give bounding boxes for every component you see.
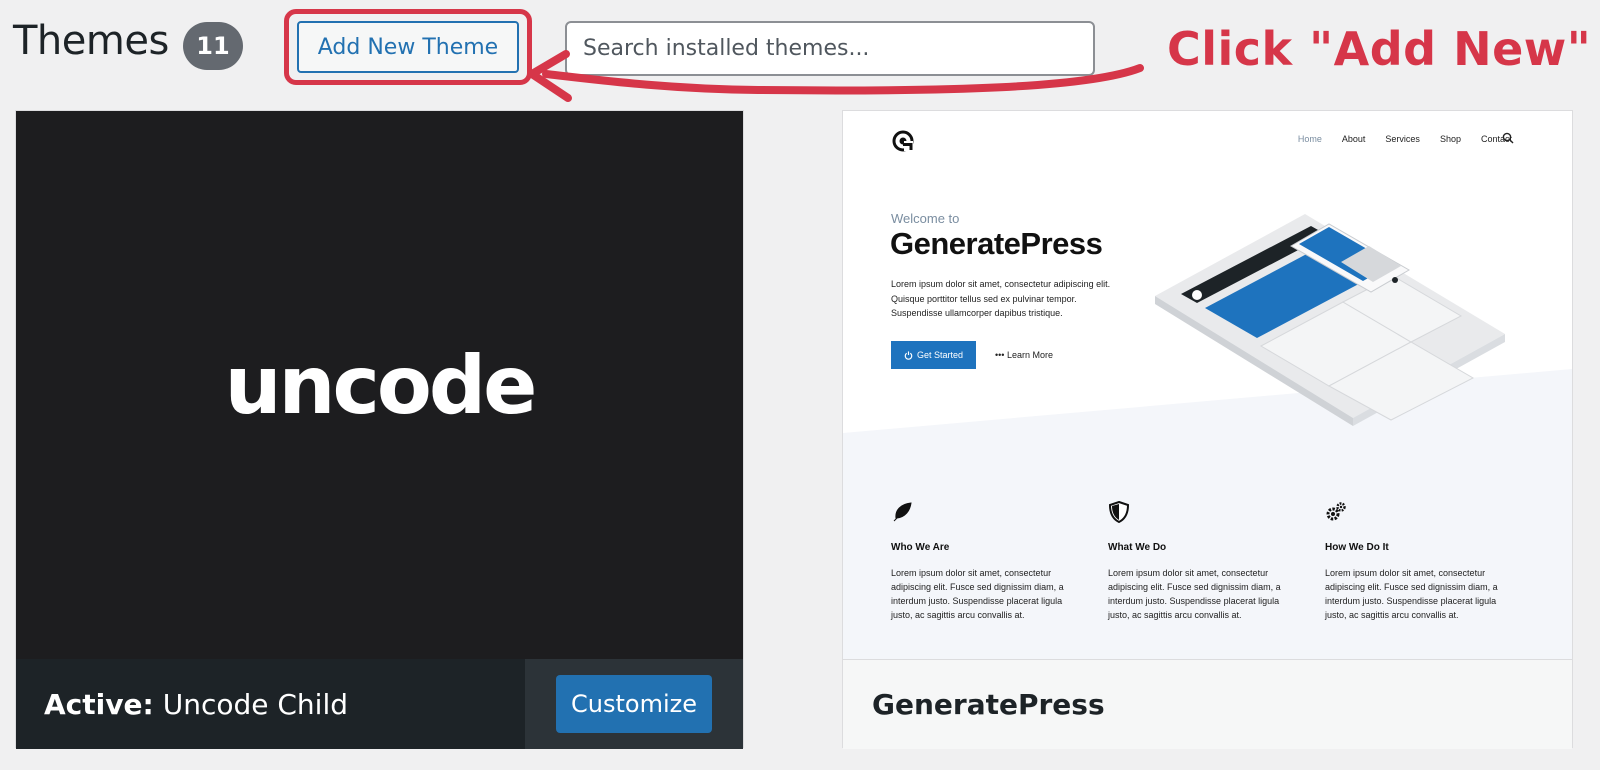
- preview-nav-item: About: [1341, 134, 1366, 144]
- preview-nav-item: Home: [1297, 134, 1322, 144]
- theme-name: Active: Uncode Child: [16, 659, 525, 749]
- preview-get-started-label: Get Started: [916, 350, 964, 360]
- feather-icon: [893, 502, 912, 522]
- preview-feature: Who We Are Lorem ipsum dolor sit amet, c…: [891, 501, 1071, 622]
- callout-arrow-icon: [528, 50, 1144, 102]
- preview-brand: GeneratePress: [890, 226, 1103, 261]
- preview-learn-more: ••• Learn More: [995, 350, 1053, 360]
- page-title: Themes: [13, 18, 169, 64]
- shield-icon: [1108, 500, 1130, 524]
- preview-nav-item: Shop: [1439, 134, 1461, 144]
- theme-name: GeneratePress: [843, 659, 1572, 749]
- theme-screenshot[interactable]: Home About Services Shop Contact Welcome…: [843, 111, 1572, 659]
- theme-actions: Customize: [525, 659, 743, 749]
- generatepress-logo-icon: [892, 130, 914, 152]
- feature-text: Lorem ipsum dolor sit amet, consectetur …: [1325, 568, 1498, 620]
- preview-get-started-button: Get Started: [891, 341, 976, 369]
- theme-count-badge: 11: [183, 22, 243, 70]
- feature-title: What We Do: [1108, 542, 1167, 553]
- theme-screenshot[interactable]: uncode: [16, 111, 743, 659]
- active-label: Active:: [44, 687, 154, 721]
- preview-feature: How We Do It Lorem ipsum dolor sit amet,…: [1325, 501, 1505, 622]
- uncode-logo: uncode: [224, 338, 538, 432]
- feature-text: Lorem ipsum dolor sit amet, consectetur …: [891, 568, 1064, 620]
- power-icon: [904, 350, 913, 360]
- feature-text: Lorem ipsum dolor sit amet, consectetur …: [1108, 568, 1281, 620]
- preview-welcome: Welcome to: [891, 211, 960, 226]
- feature-title: How We Do It: [1325, 542, 1389, 553]
- preview-intro: Lorem ipsum dolor sit amet, consectetur …: [891, 279, 1111, 318]
- theme-card-uncode-child[interactable]: uncode Active: Uncode Child Customize: [15, 110, 744, 749]
- theme-name-text: Uncode Child: [162, 687, 348, 721]
- feature-title: Who We Are: [891, 542, 950, 553]
- device-illustration: [1155, 214, 1505, 426]
- callout-text: Click "Add New": [1167, 22, 1592, 76]
- preview-nav-item: Services: [1385, 134, 1420, 144]
- preview-nav: Home About Services Shop Contact: [1298, 134, 1512, 144]
- gears-icon: [1326, 502, 1346, 521]
- dots-icon: •••: [995, 350, 1005, 360]
- add-new-theme-button[interactable]: Add New Theme: [297, 21, 519, 73]
- search-icon: [1502, 132, 1514, 144]
- preview-feature: What We Do Lorem ipsum dolor sit amet, c…: [1108, 500, 1288, 622]
- preview-learn-more-label: Learn More: [1006, 350, 1053, 360]
- theme-card-footer: Active: Uncode Child Customize: [16, 659, 743, 749]
- customize-button[interactable]: Customize: [556, 675, 712, 733]
- theme-card-generatepress[interactable]: Home About Services Shop Contact Welcome…: [842, 110, 1573, 749]
